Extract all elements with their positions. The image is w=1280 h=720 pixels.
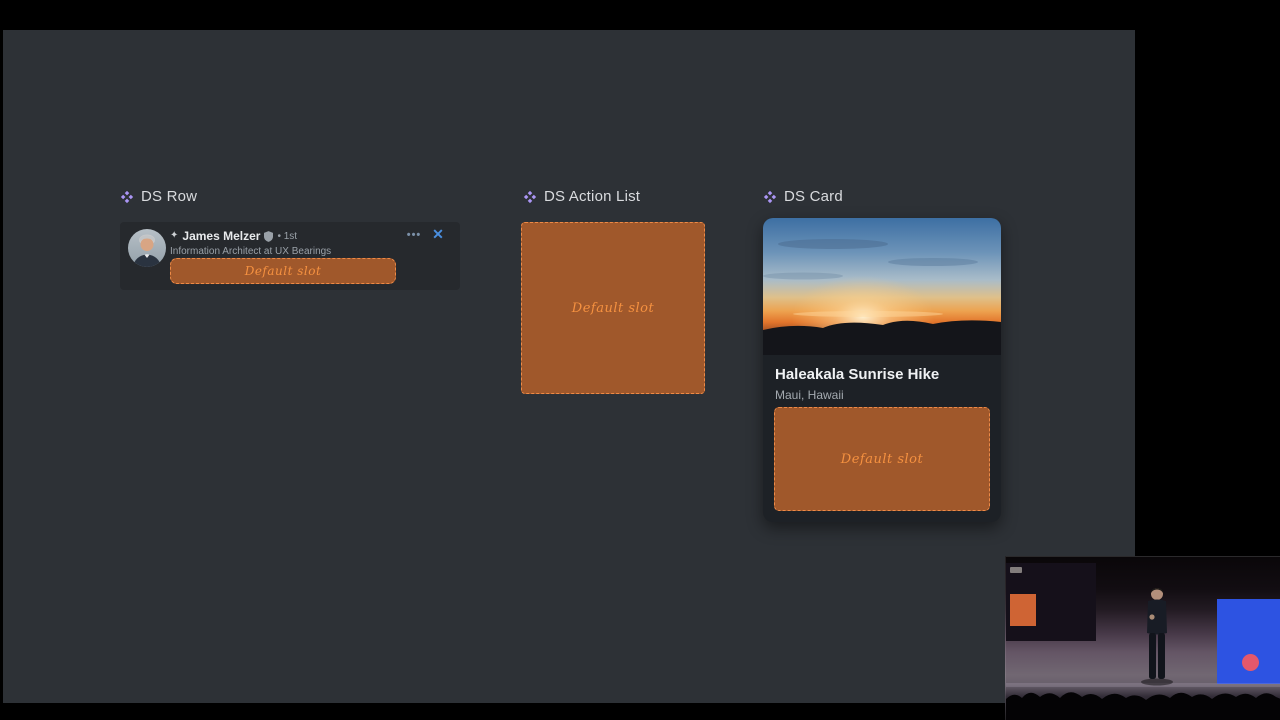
more-button[interactable]: ••• bbox=[403, 230, 425, 241]
slot-label: Default slot bbox=[245, 264, 322, 278]
stage-blue-panel bbox=[1217, 599, 1280, 684]
presenter-silhouette bbox=[1131, 581, 1183, 687]
profile-name: James Melzer bbox=[182, 229, 260, 243]
component-label-ds-action-list[interactable]: DS Action List bbox=[523, 188, 640, 205]
pip-watermark bbox=[1010, 567, 1022, 573]
audience-silhouettes bbox=[1006, 685, 1280, 720]
ds-card-component[interactable]: Haleakala Sunrise Hike Maui, Hawaii Defa… bbox=[763, 218, 1001, 522]
ds-row-component[interactable]: ✦ James Melzer • 1st Information Archite… bbox=[120, 222, 460, 290]
component-diamond-icon bbox=[120, 190, 134, 204]
default-slot-card[interactable]: Default slot bbox=[774, 407, 990, 511]
connection-degree: • 1st bbox=[277, 231, 297, 242]
ds-action-list-component[interactable]: Default slot bbox=[521, 222, 705, 394]
component-diamond-icon bbox=[523, 190, 537, 204]
component-diamond-icon bbox=[763, 190, 777, 204]
stage-screen-slide bbox=[1010, 594, 1036, 626]
card-title: Haleakala Sunrise Hike bbox=[775, 366, 939, 383]
avatar-illustration bbox=[128, 229, 166, 267]
design-canvas[interactable]: DS Row ✦ James Melzer • 1st I bbox=[3, 30, 1135, 703]
sunrise-photo bbox=[763, 218, 1001, 355]
component-label-text: DS Row bbox=[141, 188, 197, 205]
profile-name-line: ✦ James Melzer • 1st bbox=[170, 229, 297, 243]
component-label-ds-row[interactable]: DS Row bbox=[120, 188, 197, 205]
presenter-video-overlay bbox=[1005, 556, 1280, 720]
slot-label: Default slot bbox=[841, 452, 923, 467]
card-subtitle: Maui, Hawaii bbox=[775, 388, 844, 402]
close-button[interactable]: ✕ bbox=[429, 227, 447, 241]
default-slot-row[interactable]: Default slot bbox=[170, 258, 396, 284]
verified-shield-icon bbox=[264, 231, 273, 242]
stage-red-dot bbox=[1242, 654, 1259, 671]
avatar bbox=[128, 229, 166, 267]
profile-headline: Information Architect at UX Bearings bbox=[170, 246, 331, 257]
presentation-frame: DS Row ✦ James Melzer • 1st I bbox=[0, 0, 1280, 720]
component-label-text: DS Card bbox=[784, 188, 843, 205]
slot-label: Default slot bbox=[572, 301, 654, 316]
component-label-text: DS Action List bbox=[544, 188, 640, 205]
sparkle-icon: ✦ bbox=[170, 231, 178, 241]
component-label-ds-card[interactable]: DS Card bbox=[763, 188, 843, 205]
